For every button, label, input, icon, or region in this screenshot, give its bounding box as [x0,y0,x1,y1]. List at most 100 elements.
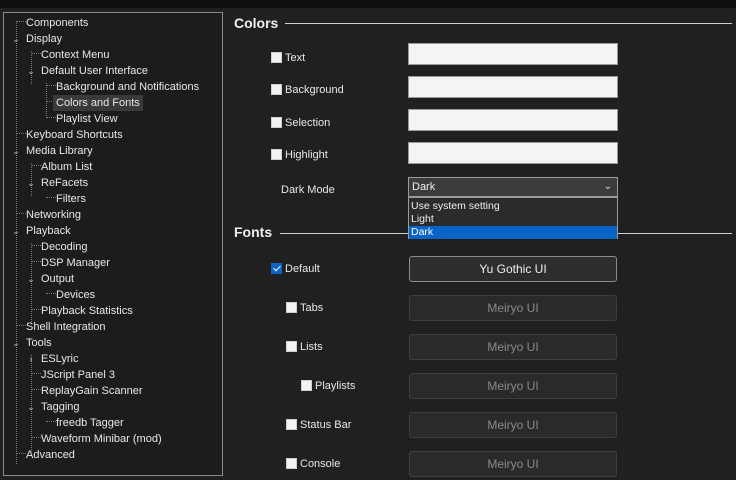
tree-h [16,21,26,22]
colors-section-title: Colors [234,15,279,31]
background-color-swatch[interactable] [408,76,618,98]
tree-h [31,437,41,438]
tree-item-playlist-view[interactable]: Playlist View [56,111,118,127]
statusbar-font-button[interactable]: Meiryo UI [409,412,617,438]
tree-item-tools[interactable]: Tools [26,335,52,351]
console-font-checkbox[interactable] [286,458,297,469]
lists-font-button[interactable]: Meiryo UI [409,334,617,360]
console-font-label: Console [300,458,341,470]
tree-item-playback-statistics[interactable]: Playback Statistics [41,303,133,319]
tree-h [16,453,26,454]
text-color-label: Text [285,52,306,64]
tree-item-media-library[interactable]: Media Library [26,143,93,159]
tree-item-devices[interactable]: Devices [56,287,95,303]
tree-item-advanced[interactable]: Advanced [26,447,75,463]
playlists-font-label: Playlists [315,380,356,392]
default-font-checkbox[interactable] [271,263,282,274]
statusbar-font-label: Status Bar [300,419,352,431]
tree-item-filters[interactable]: Filters [56,191,86,207]
tree-h [46,85,56,86]
text-color-swatch[interactable] [408,43,618,65]
dark-mode-selected-value: Dark [412,181,436,193]
chevron-down-icon[interactable]: ⌄ [11,223,21,239]
tree-h [16,133,26,134]
tree-item-eslyric[interactable]: ESLyric [41,351,79,367]
tree-h [46,197,56,198]
playlists-font-button[interactable]: Meiryo UI [409,373,617,399]
background-color-checkbox[interactable] [271,84,282,95]
tree-h [31,165,41,166]
tree-h [31,389,41,390]
highlight-color-checkbox[interactable] [271,149,282,160]
tree-item-waveform-minibar[interactable]: Waveform Minibar (mod) [41,431,162,447]
highlight-color-label: Highlight [285,149,328,161]
chevron-down-icon[interactable]: ⌄ [26,63,36,79]
tree-h [16,213,26,214]
default-font-label: Default [285,263,320,275]
statusbar-font-checkbox[interactable] [286,419,297,430]
console-font-button[interactable]: Meiryo UI [409,451,617,477]
preferences-tree[interactable]: ⌄ ⌄ ⌄ ⌄ ⌄ ⌄ ⌄ › ⌄ Components Display Con… [3,12,223,476]
chevron-down-icon: ⌄ [603,181,612,192]
section-divider [285,23,732,24]
tree-h [31,53,41,54]
selection-color-label: Selection [285,117,331,129]
tree-item-playback[interactable]: Playback [26,223,71,239]
tree-item-default-user-interface[interactable]: Default User Interface [41,63,148,79]
chevron-down-icon[interactable]: ⌄ [11,335,21,351]
tree-h [31,373,41,374]
tree-item-decoding[interactable]: Decoding [41,239,87,255]
playlists-font-checkbox[interactable] [301,380,312,391]
tree-item-replaygain-scanner[interactable]: ReplayGain Scanner [41,383,143,399]
tree-item-colors-and-fonts[interactable]: Colors and Fonts [53,95,143,111]
lists-font-checkbox[interactable] [286,341,297,352]
title-bar-strip [0,0,736,8]
tree-h [31,261,41,262]
chevron-down-icon[interactable]: ⌄ [26,175,36,191]
tree-item-output[interactable]: Output [41,271,74,287]
chevron-down-icon[interactable]: ⌄ [26,399,36,415]
tree-item-tagging[interactable]: Tagging [41,399,80,415]
tree-h [16,325,26,326]
dark-mode-option-system[interactable]: Use system setting [409,200,617,213]
tabs-font-label: Tabs [300,302,324,314]
tree-guide-root [16,21,17,464]
tree-item-shell-integration[interactable]: Shell Integration [26,319,106,335]
tree-item-context-menu[interactable]: Context Menu [41,47,109,63]
selection-color-swatch[interactable] [408,109,618,131]
tree-item-dsp-manager[interactable]: DSP Manager [41,255,110,271]
tree-item-networking[interactable]: Networking [26,207,81,223]
dark-mode-select[interactable]: Dark ⌄ [408,177,618,197]
selection-color-checkbox[interactable] [271,117,282,128]
tree-h [46,421,56,422]
dark-mode-dropdown-list[interactable]: Use system setting Light Dark [408,197,618,239]
tree-item-album-list[interactable]: Album List [41,159,92,175]
text-color-checkbox[interactable] [271,52,282,63]
default-font-button[interactable]: Yu Gothic UI [409,256,617,282]
chevron-down-icon[interactable]: ⌄ [11,143,21,159]
chevron-right-icon[interactable]: › [26,351,36,367]
tree-item-freedb-tagger[interactable]: freedb Tagger [56,415,124,431]
highlight-color-swatch[interactable] [408,142,618,164]
tree-item-display[interactable]: Display [26,31,62,47]
tabs-font-button[interactable]: Meiryo UI [409,295,617,321]
background-color-label: Background [285,84,344,96]
tree-item-jscript-panel[interactable]: JScript Panel 3 [41,367,115,383]
dark-mode-option-light[interactable]: Light [409,213,617,226]
tree-h [31,309,41,310]
tree-h [31,245,41,246]
dark-mode-option-dark[interactable]: Dark [409,226,617,239]
dark-mode-label: Dark Mode [281,184,335,196]
tree-h [46,117,56,118]
tree-guide-dui [46,83,47,116]
tree-item-keyboard-shortcuts[interactable]: Keyboard Shortcuts [26,127,123,143]
tree-h [46,293,56,294]
fonts-section-title: Fonts [234,224,273,240]
tree-item-components[interactable]: Components [26,15,88,31]
chevron-down-icon[interactable]: ⌄ [26,271,36,287]
lists-font-label: Lists [300,341,323,353]
chevron-down-icon[interactable]: ⌄ [11,31,21,47]
tree-item-refacets[interactable]: ReFacets [41,175,88,191]
tree-item-background-notifications[interactable]: Background and Notifications [56,79,199,95]
tabs-font-checkbox[interactable] [286,302,297,313]
